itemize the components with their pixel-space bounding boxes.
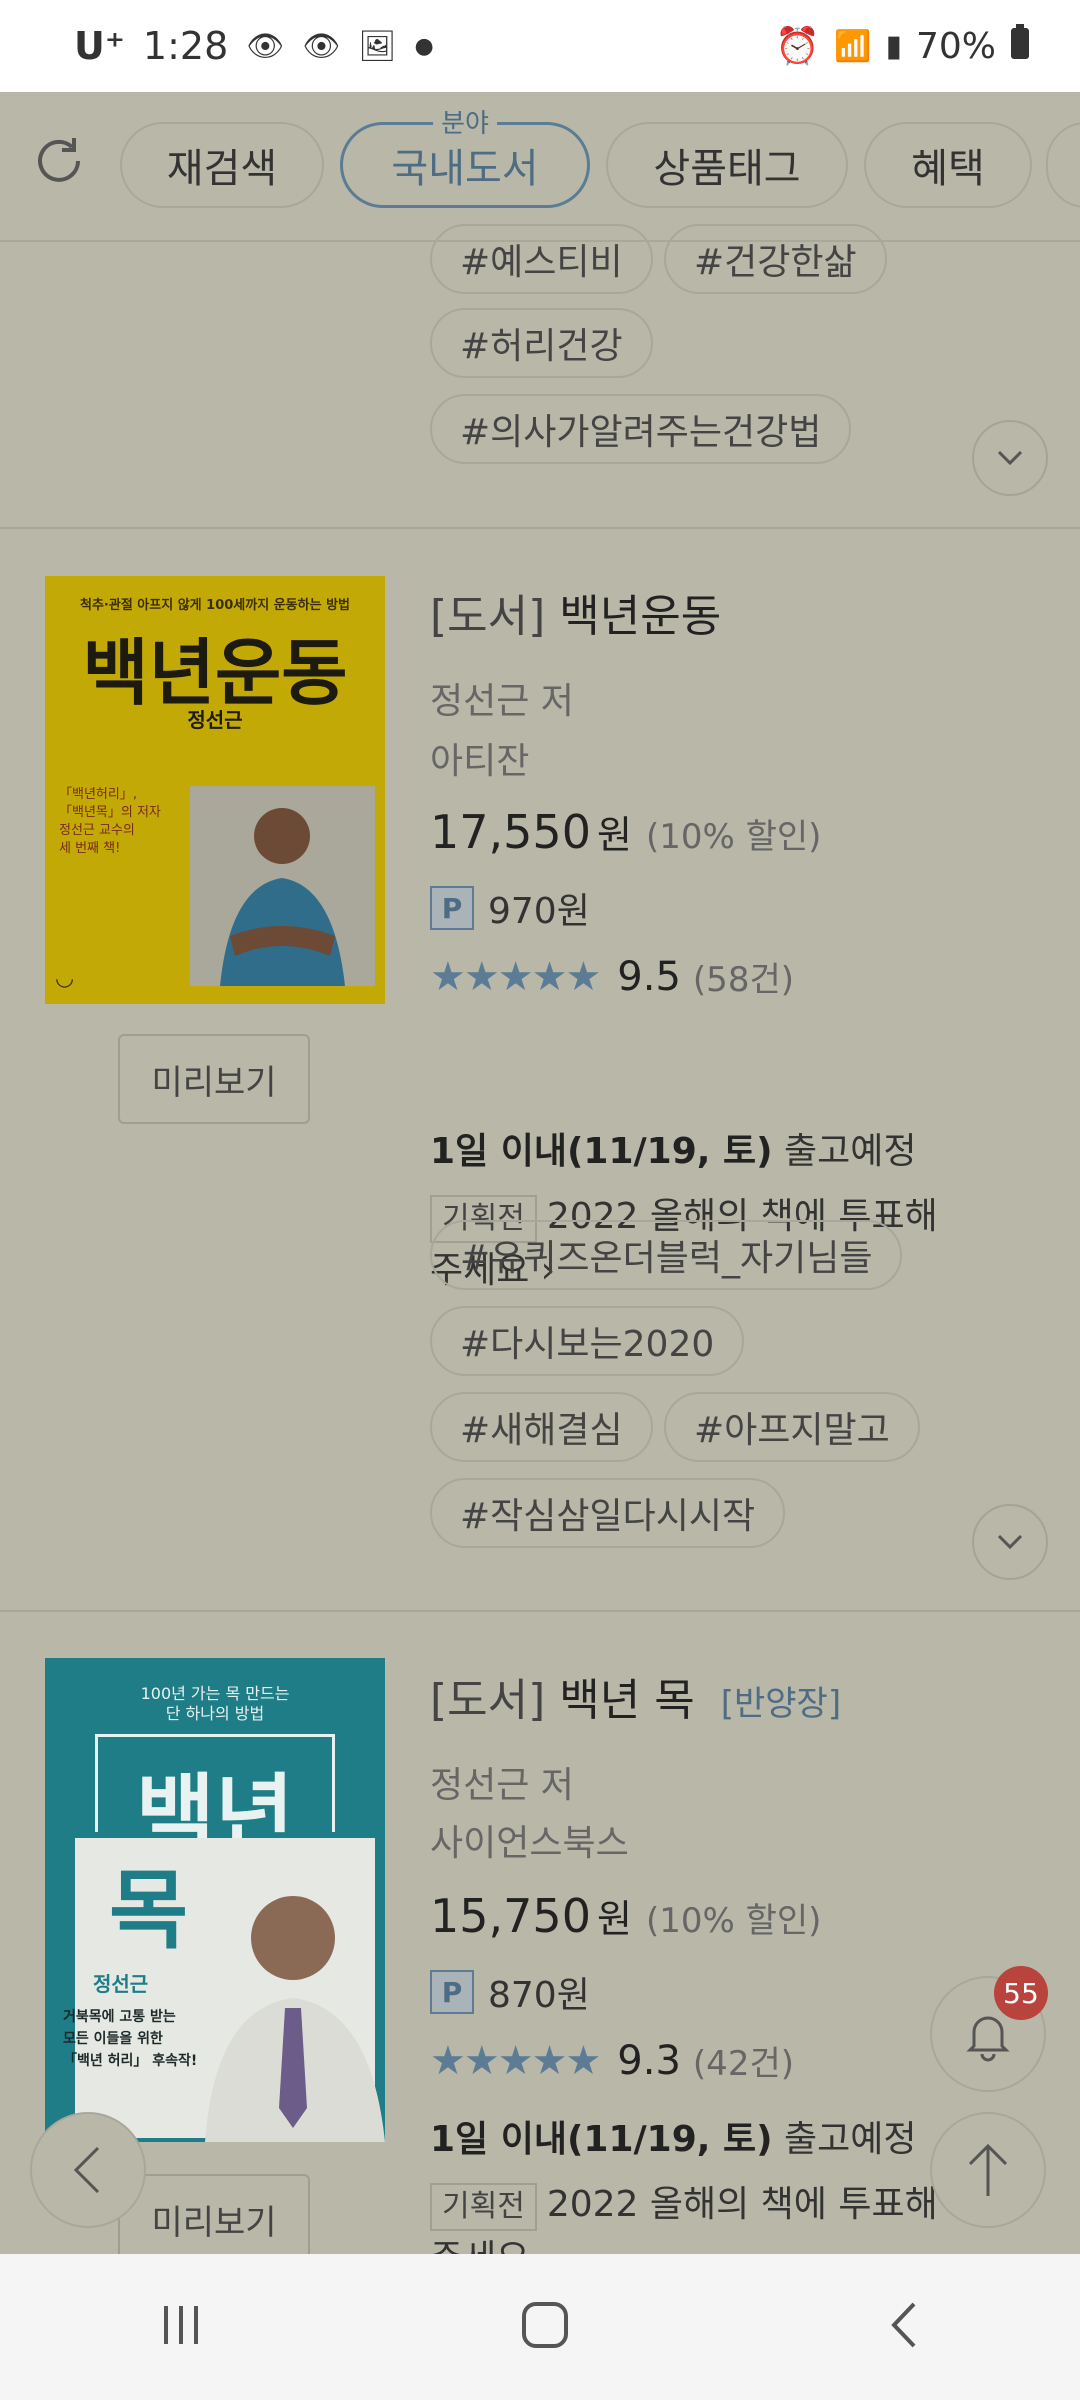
points-icon: P: [430, 1970, 474, 2014]
smile-icon: ◡: [55, 966, 75, 991]
recent-apps-icon[interactable]: [156, 2300, 206, 2354]
chevron-down-icon: [997, 450, 1023, 466]
tag-chip[interactable]: #유퀴즈온더블럭_자기님들: [430, 1220, 903, 1290]
signal-icon: ▮: [885, 28, 902, 64]
carrier-label: U⁺: [74, 24, 125, 68]
alarm-icon: ⏰: [775, 26, 821, 67]
chip-research[interactable]: 재검색: [120, 122, 324, 208]
author-photo: [195, 1868, 385, 2142]
book-points: P 870원: [430, 1966, 590, 2018]
points-icon: P: [430, 886, 474, 930]
divider: [0, 1610, 1080, 1612]
tag-chip[interactable]: #허리건강: [430, 308, 653, 378]
author-photo: [190, 786, 375, 986]
refresh-icon[interactable]: [30, 132, 88, 190]
promo-link[interactable]: 기획전2022 올해의 책에 투표해 주세요: [430, 2178, 970, 2254]
status-bar: U⁺ 1:28 👁 👁 🖼 ● ⏰ 📶 ▮ 70%: [0, 0, 1080, 92]
clock: 1:28: [142, 24, 229, 68]
chip-product-tags[interactable]: 상품태그: [606, 122, 848, 208]
divider: [0, 527, 1080, 529]
tag-chip[interactable]: #작심삼일다시시작: [430, 1478, 786, 1548]
shipping-info: 1일 이내(11/19, 토) 출고예정: [430, 2119, 917, 2160]
book-publisher[interactable]: 사이언스북스: [430, 1814, 629, 1866]
binding-badge: [반양장]: [720, 1684, 842, 1724]
tag-chip[interactable]: #아프지말고: [664, 1392, 920, 1462]
image-icon: 🖼: [358, 28, 397, 64]
star-rating-icon: ★★★★★: [430, 2037, 601, 2084]
chevron-left-icon: [73, 2146, 100, 2194]
chip-domestic-books[interactable]: 분야 국내도서: [340, 103, 590, 208]
chevron-down-icon: [997, 1534, 1023, 1550]
book-rating[interactable]: ★★★★★ 9.5 (58건): [430, 952, 794, 1001]
back-icon[interactable]: [884, 2298, 924, 2356]
expand-tags-button[interactable]: [972, 1504, 1048, 1580]
notification-badge: 55: [994, 1966, 1048, 2020]
battery-icon: [1010, 23, 1030, 69]
chip-benefits[interactable]: 혜택: [864, 122, 1032, 208]
book-price: 17,550 원 (10% 할인): [430, 805, 822, 859]
system-nav-bar: [0, 2254, 1080, 2400]
notification-button[interactable]: 55: [930, 1966, 1048, 2092]
star-rating-icon: ★★★★★: [430, 953, 601, 1000]
expand-tags-button[interactable]: [972, 420, 1048, 496]
book-cover[interactable]: 100년 가는 목 만드는 단 하나의 방법 백년 목 정선근 거북목에 고통 …: [45, 1658, 385, 2142]
book-publisher[interactable]: 아티잔: [430, 732, 529, 784]
chip-more[interactable]: [1046, 122, 1080, 208]
eye-icon: 👁: [302, 28, 341, 64]
preview-button[interactable]: 미리보기: [118, 1034, 310, 1124]
shipping-info: 1일 이내(11/19, 토) 출고예정: [430, 1131, 917, 1172]
battery-label: 70%: [915, 25, 996, 67]
arrow-up-icon: [968, 2143, 1008, 2196]
tag-chip[interactable]: #다시보는2020: [430, 1306, 745, 1376]
book-price: 15,750 원 (10% 할인): [430, 1889, 822, 1943]
back-floating-button[interactable]: [30, 2112, 146, 2228]
book-author[interactable]: 정선근 저: [430, 1756, 574, 1808]
book-title[interactable]: [도서] 백년운동: [430, 580, 721, 644]
tag-chip[interactable]: #의사가알려주는건강법: [430, 394, 852, 464]
book-rating[interactable]: ★★★★★ 9.3 (42건): [430, 2036, 794, 2085]
scroll-top-button[interactable]: [930, 2112, 1046, 2228]
wifi-icon: 📶: [834, 28, 872, 64]
book-title[interactable]: [도서] 백년 목 [반양장]: [430, 1664, 841, 1728]
home-icon[interactable]: [518, 2298, 572, 2356]
book-points: P 970원: [430, 882, 590, 934]
book-author[interactable]: 정선근 저: [430, 672, 574, 724]
preview-button[interactable]: 미리보기: [118, 2174, 310, 2254]
tag-chip[interactable]: #예스티비: [430, 224, 653, 294]
tag-chip[interactable]: #건강한삶: [664, 224, 887, 294]
search-results: 재검색 분야 국내도서 상품태그 혜택 #예스티비 #건강한삶 #허리건강 #의…: [0, 92, 1080, 2254]
eye-icon: 👁: [246, 28, 285, 64]
tag-chip[interactable]: #새해결심: [430, 1392, 653, 1462]
filter-bar: 재검색 분야 국내도서 상품태그 혜택: [0, 92, 1080, 242]
book-cover[interactable]: 척추·관절 아프지 않게 100세까지 운동하는 방법 백년운동 정선근 「백년…: [45, 576, 385, 1004]
dot-icon: ●: [414, 33, 434, 59]
